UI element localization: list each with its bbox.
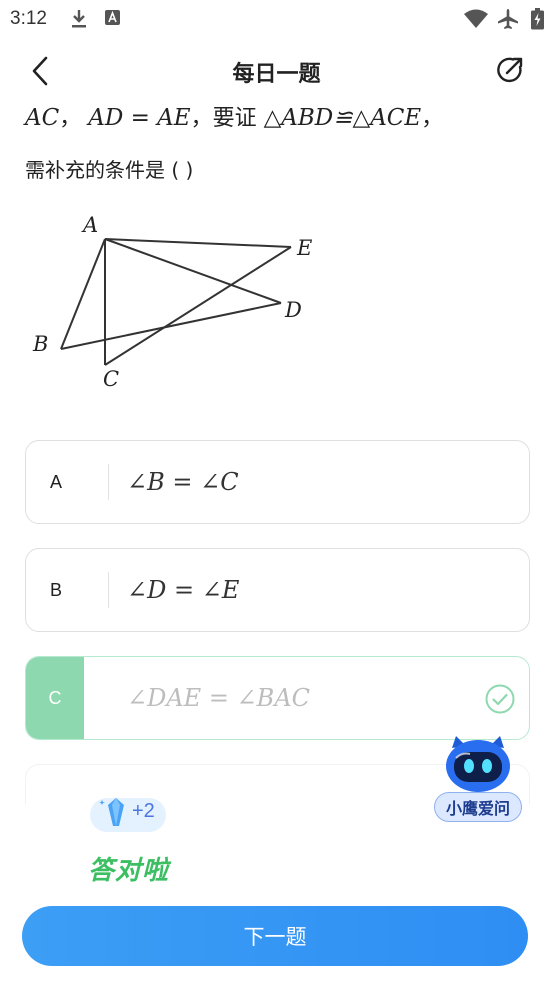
- vertex-label-a: A: [81, 213, 98, 237]
- status-bar: 3:12: [0, 0, 553, 38]
- page-title: 每日一题: [232, 62, 321, 87]
- segment-ab: [60, 238, 106, 350]
- share-button[interactable]: [494, 54, 526, 86]
- a-icon: [105, 10, 120, 25]
- question-sep-2: ，要证: [190, 106, 257, 131]
- nav-bar: 每日一题: [0, 46, 553, 96]
- wifi-icon: [464, 9, 488, 28]
- option-b[interactable]: B ∠D = ∠E: [25, 548, 530, 632]
- vertex-label-b: B: [32, 332, 48, 356]
- assistant-button[interactable]: 小鹰爱问: [432, 734, 524, 826]
- robot-icon: [446, 736, 510, 792]
- battery-icon: [531, 8, 544, 30]
- question-sep-3: ，: [421, 106, 444, 131]
- option-divider: [108, 572, 109, 608]
- airplane-icon: [498, 9, 518, 29]
- segment-bd: [60, 302, 282, 350]
- question-math-congruence: △ABD≌△ACE: [263, 105, 422, 131]
- option-c[interactable]: C ∠DAE = ∠BAC: [25, 656, 530, 740]
- vertex-label-d: D: [284, 298, 302, 322]
- option-text: ∠D = ∠E: [127, 576, 240, 604]
- question-math-ad-ae: AD = AE: [88, 105, 191, 131]
- question-line-2: 需补充的条件是 ( ): [25, 158, 194, 182]
- option-text: ∠B = ∠C: [127, 468, 239, 496]
- question-sep-1: ，: [59, 106, 82, 131]
- vertex-label-e: E: [296, 236, 312, 260]
- option-divider: [108, 464, 109, 500]
- question-line-1: AC， AD = AE，要证 △ABD≌△ACE，: [25, 100, 443, 132]
- vertex-label-c: C: [103, 367, 119, 391]
- geometry-figure: A E D B C: [32, 213, 312, 391]
- question-math-ac: AC: [25, 105, 60, 131]
- check-icon: [485, 684, 515, 714]
- reward-badge: [90, 798, 166, 832]
- segment-ae: [104, 238, 292, 248]
- option-a[interactable]: A ∠B = ∠C: [25, 440, 530, 524]
- status-time: 3:12: [10, 8, 47, 29]
- option-letter: B: [49, 579, 62, 600]
- option-letter: C: [26, 657, 84, 739]
- download-icon: [72, 10, 86, 28]
- correct-message: 答对啦: [88, 856, 170, 886]
- option-text: ∠DAE = ∠BAC: [127, 684, 311, 712]
- option-letter: A: [49, 471, 62, 492]
- reward-count: +2: [132, 800, 155, 822]
- next-question-button[interactable]: 下一题: [22, 906, 528, 966]
- assistant-label: 小鹰爱问: [434, 792, 522, 822]
